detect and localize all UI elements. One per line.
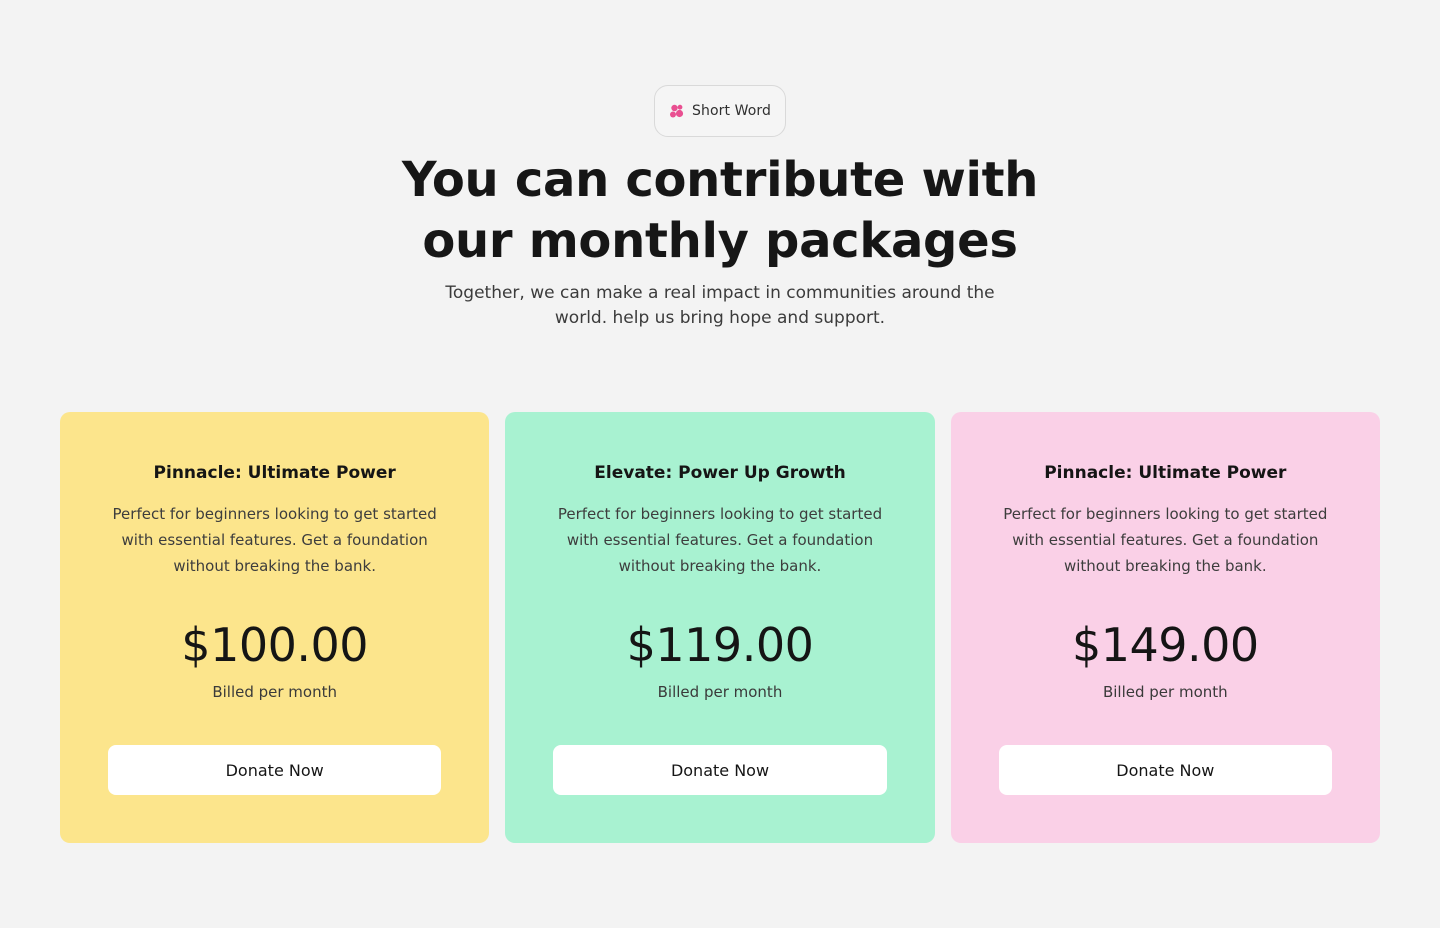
plan-billing-period: Billed per month xyxy=(657,683,783,701)
plan-price: $119.00 xyxy=(626,618,814,672)
donate-now-button[interactable]: Donate Now xyxy=(108,745,442,795)
badge-label: Short Word xyxy=(691,103,771,119)
donate-now-button[interactable]: Donate Now xyxy=(553,745,887,795)
page-title-line-1: You can contribute with xyxy=(401,152,1039,208)
plan-name: Pinnacle: Ultimate Power xyxy=(153,463,396,483)
page-subtitle: Together, we can make a real impact in c… xyxy=(440,281,1000,331)
plan-name: Pinnacle: Ultimate Power xyxy=(1044,463,1287,483)
page-subtitle-line-1: Together, we can make a real impact in c… xyxy=(445,283,995,303)
donate-now-button[interactable]: Donate Now xyxy=(998,745,1332,795)
page-subtitle-line-2: world. help us bring hope and support. xyxy=(554,308,886,328)
plan-billing-period: Billed per month xyxy=(1102,683,1228,701)
page-title: You can contribute with our monthly pack… xyxy=(320,150,1120,272)
plan-name: Elevate: Power Up Growth xyxy=(594,463,846,483)
pricing-plans: Pinnacle: Ultimate Power Perfect for beg… xyxy=(60,412,1380,843)
plan-description: Perfect for beginners looking to get sta… xyxy=(1003,505,1328,575)
plan-card-pinnacle-pink: Pinnacle: Ultimate Power Perfect for beg… xyxy=(950,412,1380,843)
plan-description: Perfect for beginners looking to get sta… xyxy=(112,505,437,575)
people-icon xyxy=(669,103,685,119)
page-title-line-2: our monthly packages xyxy=(422,213,1018,269)
section-badge: Short Word xyxy=(654,85,786,137)
plan-price: $100.00 xyxy=(181,618,369,672)
plan-price: $149.00 xyxy=(1071,618,1259,672)
plan-card-elevate: Elevate: Power Up Growth Perfect for beg… xyxy=(505,412,935,843)
plan-description: Perfect for beginners looking to get sta… xyxy=(557,505,883,575)
plan-billing-period: Billed per month xyxy=(212,683,337,701)
plan-card-pinnacle: Pinnacle: Ultimate Power Perfect for beg… xyxy=(60,412,490,843)
